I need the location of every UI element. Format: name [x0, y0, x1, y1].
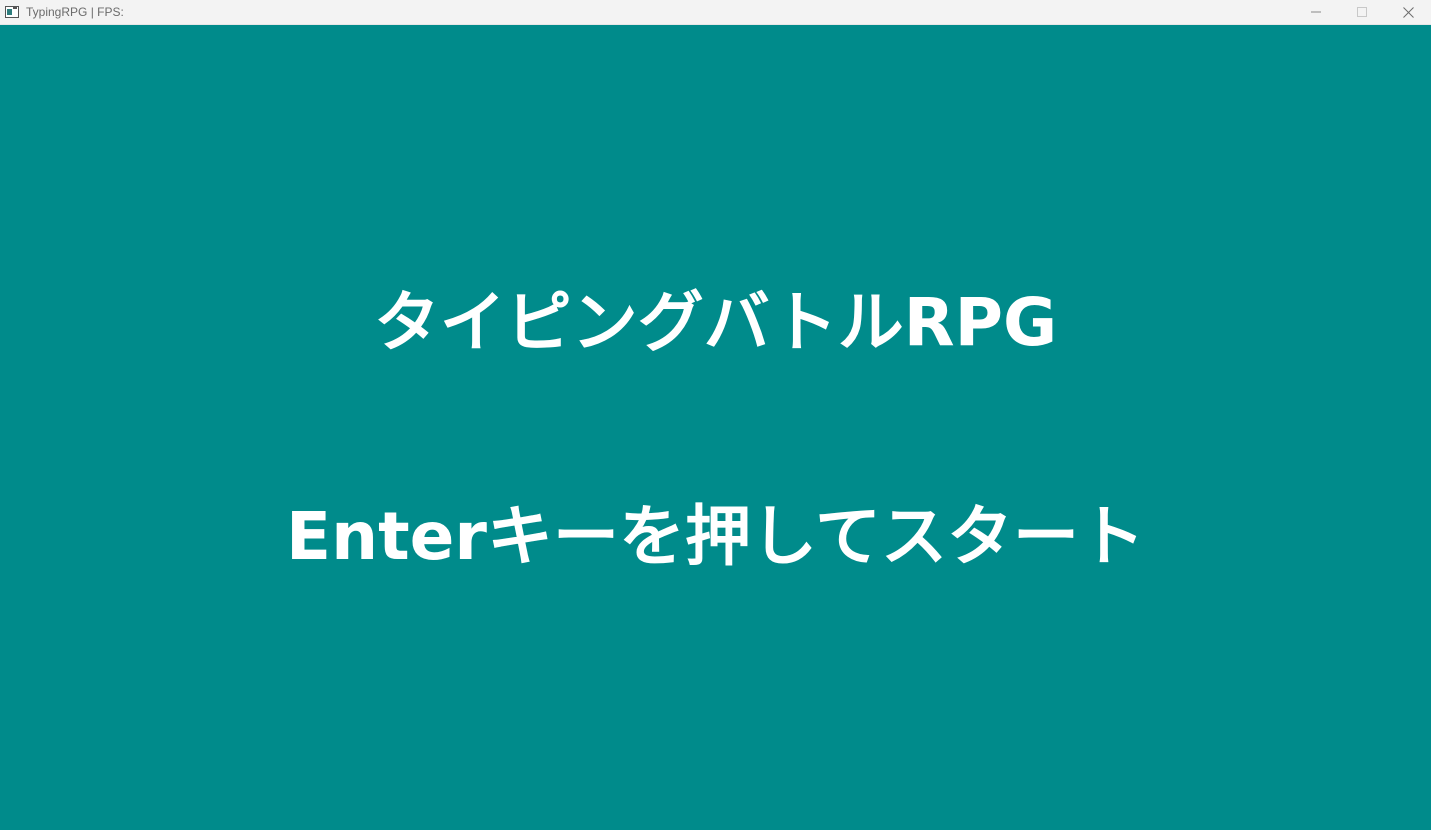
minimize-button[interactable] [1293, 0, 1339, 24]
maximize-icon [1357, 7, 1367, 17]
app-window: TypingRPG | FPS: タイピングバトルRPG Enterキーを押して… [0, 0, 1431, 830]
maximize-button[interactable] [1339, 0, 1385, 24]
window-title: TypingRPG | FPS: [26, 5, 124, 19]
window-controls [1293, 0, 1431, 24]
game-title: タイピングバトルRPG [373, 284, 1058, 361]
close-icon [1402, 6, 1414, 18]
app-icon [5, 6, 19, 18]
minimize-icon [1311, 11, 1321, 13]
game-canvas[interactable]: タイピングバトルRPG Enterキーを押してスタート [0, 25, 1431, 830]
close-button[interactable] [1385, 0, 1431, 24]
window-titlebar[interactable]: TypingRPG | FPS: [0, 0, 1431, 25]
start-prompt: Enterキーを押してスタート [286, 498, 1145, 575]
